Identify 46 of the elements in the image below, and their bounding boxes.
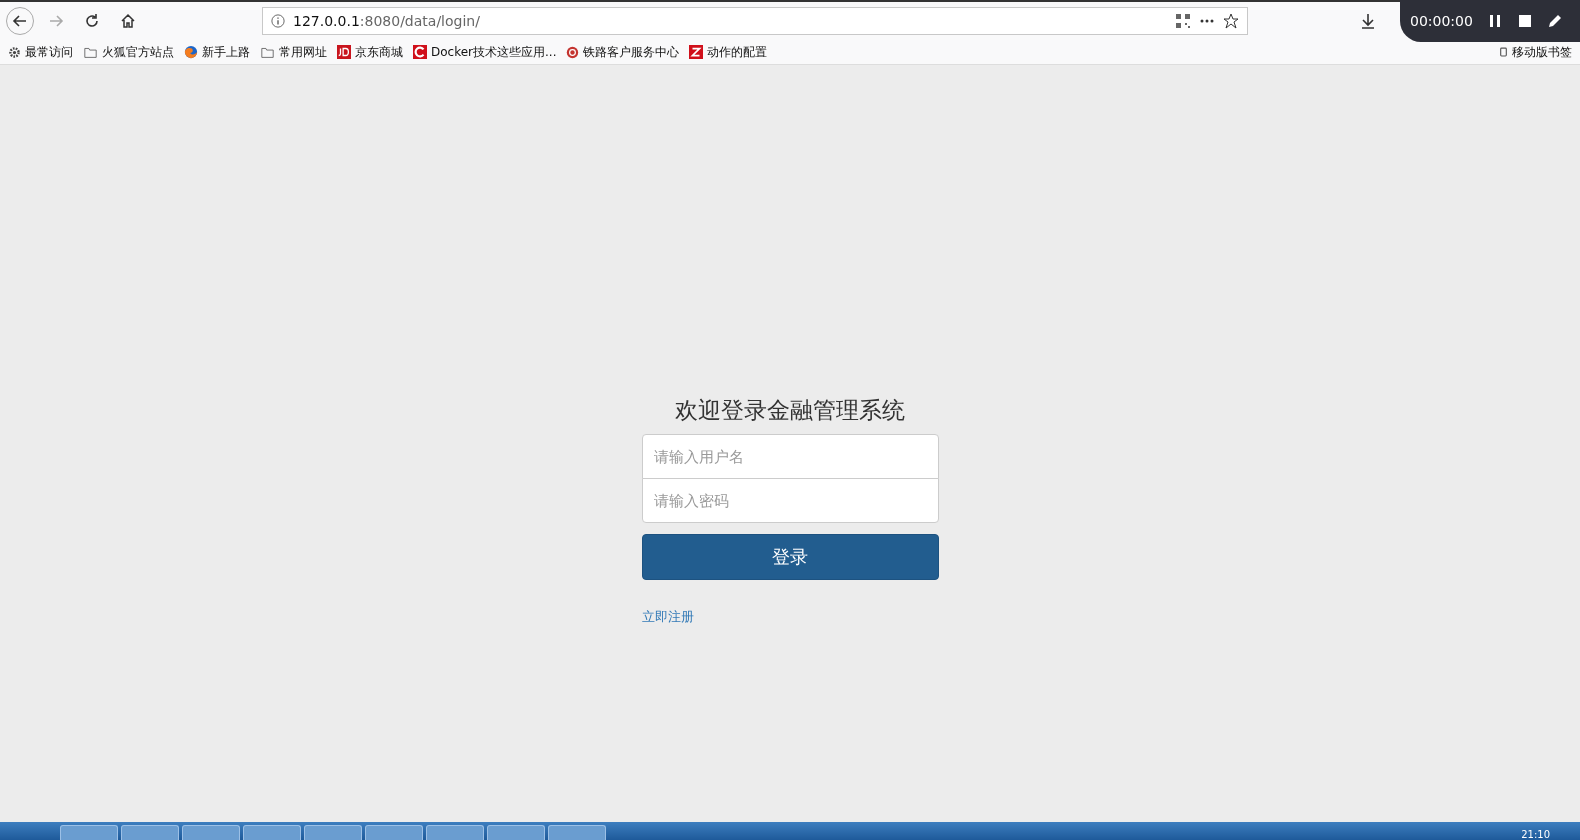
square-logo-icon (413, 45, 427, 59)
bookmark-link[interactable]: 常用网址 (260, 43, 327, 61)
register-link[interactable]: 立即注册 (641, 609, 694, 624)
circle-logo-icon (566, 45, 580, 59)
home-icon (120, 13, 136, 29)
arrow-left-icon (12, 13, 28, 29)
login-title: 欢迎登录金融管理系统 (675, 396, 905, 425)
bookmark-link[interactable]: Docker技术这些应用... (413, 43, 557, 61)
bookmark-link[interactable]: 火狐官方站点 (83, 43, 174, 61)
taskbar-button[interactable] (487, 825, 545, 840)
address-bar[interactable]: 127.0.0.1:8080/data/login/ (262, 7, 1248, 35)
reload-icon (84, 13, 100, 29)
bookmark-link[interactable]: 京东商城 (337, 43, 403, 61)
folder-icon (83, 45, 98, 59)
star-icon[interactable] (1223, 13, 1239, 29)
bookmark-link[interactable]: 铁路客户服务中心 (566, 43, 680, 61)
download-icon[interactable] (1360, 13, 1376, 29)
qr-code-icon (1175, 13, 1191, 29)
taskbar-button[interactable] (182, 825, 240, 840)
gear-icon (8, 45, 21, 59)
url-text: 127.0.0.1:8080/data/login/ (293, 13, 481, 29)
pencil-icon[interactable] (1546, 13, 1563, 29)
stop-icon[interactable] (1516, 13, 1533, 29)
taskbar-button[interactable] (304, 825, 362, 840)
info-icon (271, 14, 285, 28)
taskbar-button[interactable] (365, 825, 423, 840)
recording-time: 00:00:00 (1410, 13, 1473, 29)
password-field[interactable]: 请输入密码 (641, 478, 939, 523)
taskbar-clock: 21:10 (1521, 830, 1550, 840)
mobile-bookmarks-link[interactable]: 移动版书签 (1499, 43, 1572, 61)
taskbar-button[interactable] (121, 825, 179, 840)
taskbar-button[interactable] (243, 825, 301, 840)
username-field[interactable]: 请输入用户名 (641, 434, 939, 479)
square-logo-icon (689, 45, 704, 59)
arrow-right-icon (48, 13, 64, 29)
taskbar-button[interactable] (60, 825, 118, 840)
taskbar-button[interactable] (548, 825, 606, 840)
bookmark-link[interactable]: 最常访问 (8, 43, 73, 61)
login-button[interactable]: 登录 (641, 534, 939, 580)
taskbar-button[interactable] (426, 825, 484, 840)
folder-icon (260, 45, 275, 59)
square-logo-icon (337, 45, 351, 59)
bookmark-link[interactable]: 新手上路 (184, 43, 250, 61)
bookmark-link[interactable]: 动作的配置 (689, 43, 768, 61)
phone-icon (1499, 45, 1508, 59)
globe-icon (184, 45, 198, 59)
